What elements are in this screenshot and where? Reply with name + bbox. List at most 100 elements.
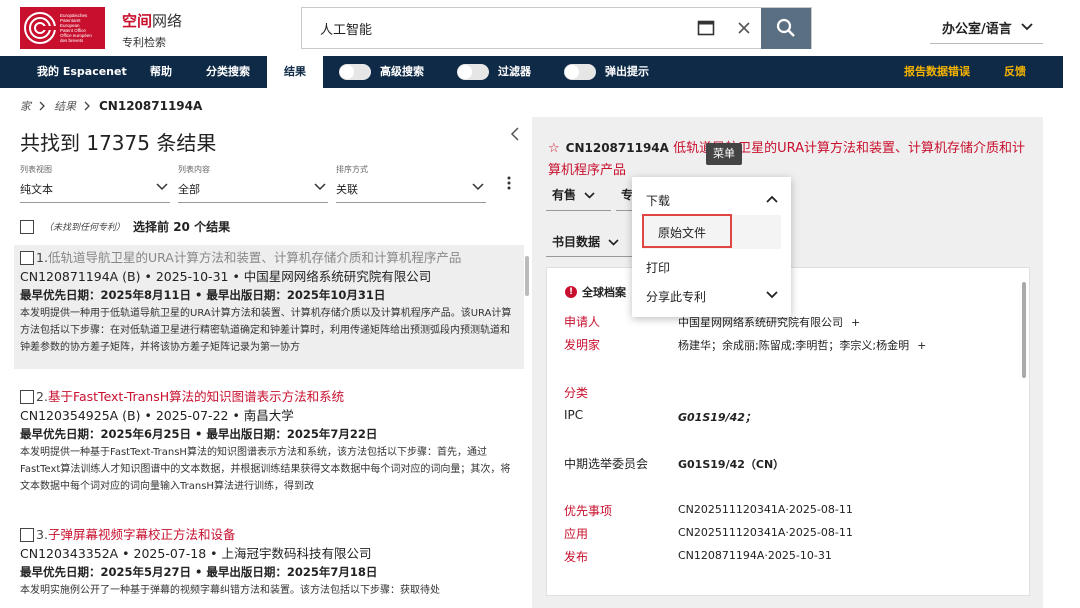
office-label: 办公室/语言 xyxy=(942,22,1012,37)
inventor-value[interactable]: 杨建华；余成丽;陈留成;李明哲；李宗义;杨金明 + xyxy=(678,337,926,353)
priority-value: CN202511120341A·2025-08-11 xyxy=(678,503,853,516)
result-abstract: 本发明实施例公开了一种基于弹幕的视频字幕纠错方法和装置。该方法包括以下步骤：获取… xyxy=(20,585,440,596)
detail-scrollbar[interactable] xyxy=(1022,282,1026,378)
chevron-down-icon xyxy=(472,183,484,191)
result-title-link[interactable]: 基于FastText-TransH算法的知识图谱表示方法和系统 xyxy=(48,388,344,405)
nav-help[interactable]: 帮助 xyxy=(150,56,172,88)
publication-label: 发布 xyxy=(564,550,589,564)
plus-icon[interactable]: + xyxy=(917,339,926,352)
result-abstract: 本发明提供一种用于低轨道导航卫星的URA计算方法和装置、计算机存储介质以及计算机… xyxy=(20,308,512,353)
biblio-dropdown[interactable]: 书目数据 xyxy=(552,233,619,250)
list-view-label: 列表视图 xyxy=(20,165,52,174)
select-top-label[interactable]: 选择前 20 个结果 xyxy=(133,218,230,235)
sale-dropdown[interactable]: 有售 xyxy=(552,186,595,203)
application-value: CN202511120341A·2025-08-11 xyxy=(678,526,853,539)
logo-text: Europäisches Patentamt European Patent O… xyxy=(60,13,92,43)
kebab-menu-icon[interactable] xyxy=(505,176,513,190)
result-meta: CN120343352A • 2025-07-18 • 上海冠宇数码科技有限公司 xyxy=(20,546,372,561)
brand-subtitle: 专利检索 xyxy=(122,36,166,49)
menu-share[interactable]: 分享此专利 xyxy=(646,288,706,305)
menu-download[interactable]: 下载 xyxy=(646,192,670,209)
nav-classification-search[interactable]: 分类搜索 xyxy=(206,56,250,88)
epo-logo-icon xyxy=(24,12,57,44)
divider xyxy=(546,256,636,257)
result-item[interactable]: 2. 基于FastText-TransH算法的知识图谱表示方法和系统 CN1203… xyxy=(14,384,524,499)
chevron-up-icon[interactable] xyxy=(766,195,778,203)
plus-icon[interactable]: + xyxy=(851,316,860,329)
inventor-label: 发明家 xyxy=(564,338,601,352)
result-title-link[interactable]: 子弹屏幕视频字幕校正方法和设备 xyxy=(48,526,236,543)
result-checkbox[interactable] xyxy=(20,528,34,542)
chevron-down-icon xyxy=(156,183,168,191)
list-content-label: 列表内容 xyxy=(178,165,210,174)
nav-results[interactable]: 结果 xyxy=(267,56,323,88)
advanced-search-toggle[interactable] xyxy=(339,64,371,80)
search-button[interactable] xyxy=(761,7,811,49)
application-label: 应用 xyxy=(564,527,589,541)
close-icon[interactable] xyxy=(737,21,751,35)
select-note: （未找到任何专利） xyxy=(44,223,126,233)
result-number: 1. xyxy=(36,250,48,265)
breadcrumb-results[interactable]: 结果 xyxy=(54,98,76,114)
detail-title: ☆ CN120871194A 低轨道导航卫星的URA计算方法和装置、计算机存储介质… xyxy=(548,137,1028,182)
search-bar xyxy=(301,7,812,49)
chevron-left-icon[interactable] xyxy=(510,127,520,141)
applicant-label: 申请人 xyxy=(564,315,601,329)
search-input[interactable] xyxy=(302,8,697,48)
advanced-search-label[interactable]: 高级搜索 xyxy=(380,56,424,88)
list-view-value: 纯文本 xyxy=(20,181,170,203)
filters-label[interactable]: 过滤器 xyxy=(498,56,531,88)
select-all-checkbox[interactable] xyxy=(20,219,34,234)
result-item[interactable]: 3. 子弹屏幕视频字幕校正方法和设备 CN120343352A • 2025-07… xyxy=(14,522,524,603)
sort-label: 排序方式 xyxy=(336,165,368,174)
highlight-box xyxy=(642,214,732,248)
result-item[interactable]: 1. 低轨道导航卫星的URA计算方法和装置、计算机存储介质和计算机程序产品 CN1… xyxy=(14,245,524,369)
filters-toggle[interactable] xyxy=(457,64,489,80)
chevron-down-icon xyxy=(1021,23,1033,31)
select-all-row: （未找到任何专利） 选择前 20 个结果 xyxy=(20,218,230,235)
result-meta: CN120354925A (B) • 2025-07-22 • 南昌大学 xyxy=(20,408,294,423)
divider xyxy=(546,210,611,211)
sort-select[interactable]: 排序方式 关联 xyxy=(336,164,486,203)
header: Europäisches Patentamt European Patent O… xyxy=(0,0,1080,56)
list-content-select[interactable]: 列表内容 全部 xyxy=(178,164,328,203)
detail-pub-number: CN120871194A xyxy=(565,141,669,155)
cpc-value[interactable]: G01S19/42（CN） xyxy=(678,456,784,472)
ipc-value[interactable]: G01S19/42； xyxy=(678,409,756,425)
star-icon[interactable]: ☆ xyxy=(548,141,560,156)
results-heading: 共找到 17375 条结果 xyxy=(20,131,217,155)
epo-logo[interactable]: Europäisches Patentamt European Patent O… xyxy=(20,7,105,49)
result-meta: CN120871194A (B) • 2025-10-31 • 中国星网网络系统… xyxy=(20,269,432,284)
chevron-down-icon xyxy=(314,183,326,191)
popup-hints-toggle[interactable] xyxy=(564,64,596,80)
global-dossier-header[interactable]: ! 全球档案 xyxy=(565,284,626,300)
result-number: 3. xyxy=(36,527,48,542)
report-error-link[interactable]: 报告数据错误 xyxy=(904,56,970,88)
cpc-label: 中期选举委员会 xyxy=(564,457,649,471)
results-scrollbar[interactable] xyxy=(525,256,529,296)
result-checkbox[interactable] xyxy=(20,251,34,265)
menu-print[interactable]: 打印 xyxy=(646,259,670,276)
popup-hints-label[interactable]: 弹出提示 xyxy=(605,56,649,88)
office-language-select[interactable]: 办公室/语言 xyxy=(930,14,1043,44)
breadcrumb: 家 结果 CN120871194A xyxy=(20,98,202,114)
result-checkbox[interactable] xyxy=(20,390,34,404)
result-dates: 最早优先日期：2025年5月27日 • 最早出版日期：2025年7月18日 xyxy=(20,565,378,579)
result-dates: 最早优先日期：2025年8月11日 • 最早出版日期：2025年10月31日 xyxy=(20,288,386,302)
nav-my-espacenet[interactable]: 我的 Espacenet xyxy=(37,56,127,88)
window-icon[interactable] xyxy=(697,19,715,37)
list-content-value: 全部 xyxy=(178,181,328,203)
breadcrumb-current: CN120871194A xyxy=(99,99,203,113)
publication-value: CN120871194A·2025-10-31 xyxy=(678,549,832,562)
sort-value: 关联 xyxy=(336,181,486,203)
result-number: 2. xyxy=(36,389,48,404)
brand-title: 空间网络 xyxy=(122,12,183,30)
result-dates: 最早优先日期：2025年6月25日 • 最早出版日期：2025年7月22日 xyxy=(20,427,378,441)
menu-tooltip: 菜单 xyxy=(706,143,742,165)
breadcrumb-home[interactable]: 家 xyxy=(20,98,31,114)
list-view-select[interactable]: 列表视图 纯文本 xyxy=(20,164,170,203)
chevron-down-icon[interactable] xyxy=(766,291,778,299)
ipc-label: IPC xyxy=(564,408,584,422)
feedback-link[interactable]: 反馈 xyxy=(1004,56,1026,88)
result-title-link[interactable]: 低轨道导航卫星的URA计算方法和装置、计算机存储介质和计算机程序产品 xyxy=(48,249,461,266)
